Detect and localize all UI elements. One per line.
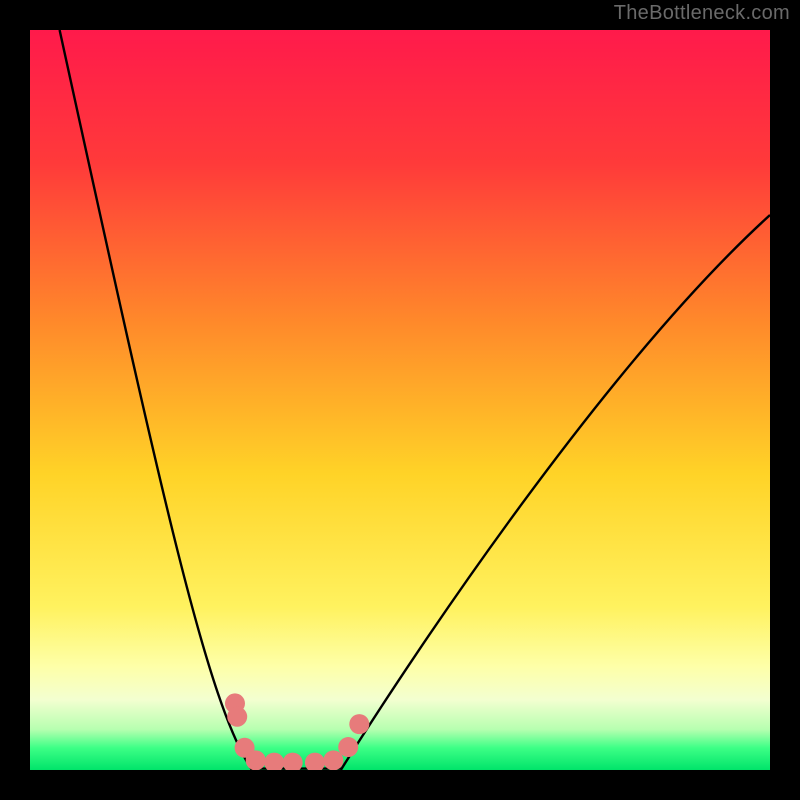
plot-area (30, 30, 770, 770)
watermark: TheBottleneck.com (614, 2, 790, 25)
data-marker (338, 737, 358, 757)
chart-container: TheBottleneck.com (0, 0, 800, 800)
data-marker (246, 750, 266, 770)
bottleneck-curve-chart (30, 30, 770, 770)
data-marker (227, 707, 247, 727)
data-marker (349, 714, 369, 734)
data-marker (323, 750, 343, 770)
